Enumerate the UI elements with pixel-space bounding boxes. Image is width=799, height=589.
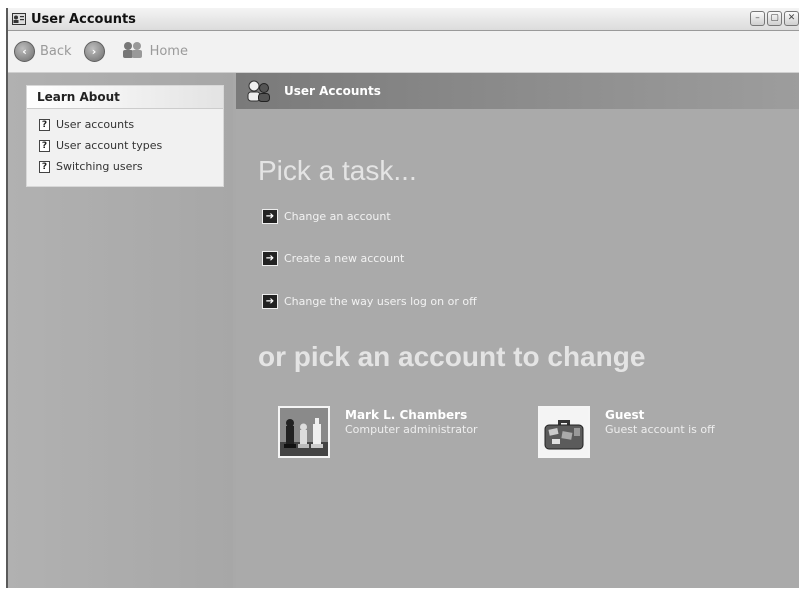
learn-item-user-accounts[interactable]: ? User accounts <box>27 114 223 135</box>
learn-item-switching-users[interactable]: ? Switching users <box>27 156 223 177</box>
account-description: Computer administrator <box>345 423 478 436</box>
chess-pieces-icon <box>278 406 330 458</box>
task-change-account[interactable]: ➔ Change an account <box>262 209 391 224</box>
account-description: Guest account is off <box>605 423 715 436</box>
sidebar: Learn About ? User accounts ? User accou… <box>8 73 233 588</box>
account-guest[interactable]: Guest Guest account is off <box>538 406 715 458</box>
learn-about-list: ? User accounts ? User account types ? S… <box>27 109 223 177</box>
help-icon: ? <box>39 160 50 173</box>
title-bar[interactable]: User Accounts – ▢ ✕ <box>8 8 799 31</box>
user-accounts-icon <box>246 79 272 103</box>
home-label: Home <box>149 44 188 59</box>
back-label: Back <box>40 44 72 59</box>
account-mark-chambers[interactable]: Mark L. Chambers Computer administrator <box>278 406 478 458</box>
suitcase-icon <box>538 406 590 458</box>
content-header: User Accounts <box>236 73 799 109</box>
learn-about-panel: Learn About ? User accounts ? User accou… <box>26 85 224 187</box>
close-button[interactable]: ✕ <box>784 11 799 26</box>
back-arrow-icon: ‹ <box>14 41 35 62</box>
help-icon: ? <box>39 118 50 131</box>
help-icon: ? <box>39 139 50 152</box>
task-change-logon[interactable]: ➔ Change the way users log on or off <box>262 294 477 309</box>
learn-item-label: Switching users <box>56 160 143 173</box>
arrow-right-icon: ➔ <box>262 251 278 266</box>
content-title: User Accounts <box>284 84 381 98</box>
learn-item-label: User account types <box>56 139 163 152</box>
task-label: Change an account <box>284 210 391 223</box>
arrow-right-icon: ➔ <box>262 209 278 224</box>
account-info: Mark L. Chambers Computer administrator <box>345 408 478 436</box>
forward-arrow-icon: › <box>83 41 105 62</box>
maximize-button[interactable]: ▢ <box>767 11 782 26</box>
arrow-right-icon: ➔ <box>262 294 278 309</box>
account-name: Mark L. Chambers <box>345 408 468 422</box>
window-controls: – ▢ ✕ <box>750 11 799 26</box>
home-button[interactable]: Home <box>121 41 188 63</box>
back-button[interactable]: ‹ Back <box>14 41 72 62</box>
learn-item-label: User accounts <box>56 118 135 131</box>
user-accounts-app-icon <box>11 12 27 26</box>
task-label: Change the way users log on or off <box>284 295 477 308</box>
learn-item-user-account-types[interactable]: ? User account types <box>27 135 223 156</box>
learn-about-title: Learn About <box>27 86 223 109</box>
task-label: Create a new account <box>284 252 405 265</box>
forward-button[interactable]: › <box>83 41 105 62</box>
pick-task-heading: Pick a task... <box>258 155 417 186</box>
user-accounts-window: User Accounts – ▢ ✕ ‹ Back › Home Learn … <box>6 8 799 588</box>
account-info: Guest Guest account is off <box>605 408 715 436</box>
main-content: User Accounts Pick a task... ➔ Change an… <box>236 73 799 588</box>
minimize-button[interactable]: – <box>750 11 765 26</box>
window-title: User Accounts <box>31 11 136 27</box>
users-home-icon <box>121 41 145 63</box>
account-name: Guest <box>605 408 645 422</box>
pick-account-heading: or pick an account to change <box>258 341 646 372</box>
navigation-toolbar: ‹ Back › Home <box>8 31 799 73</box>
task-create-account[interactable]: ➔ Create a new account <box>262 251 404 266</box>
